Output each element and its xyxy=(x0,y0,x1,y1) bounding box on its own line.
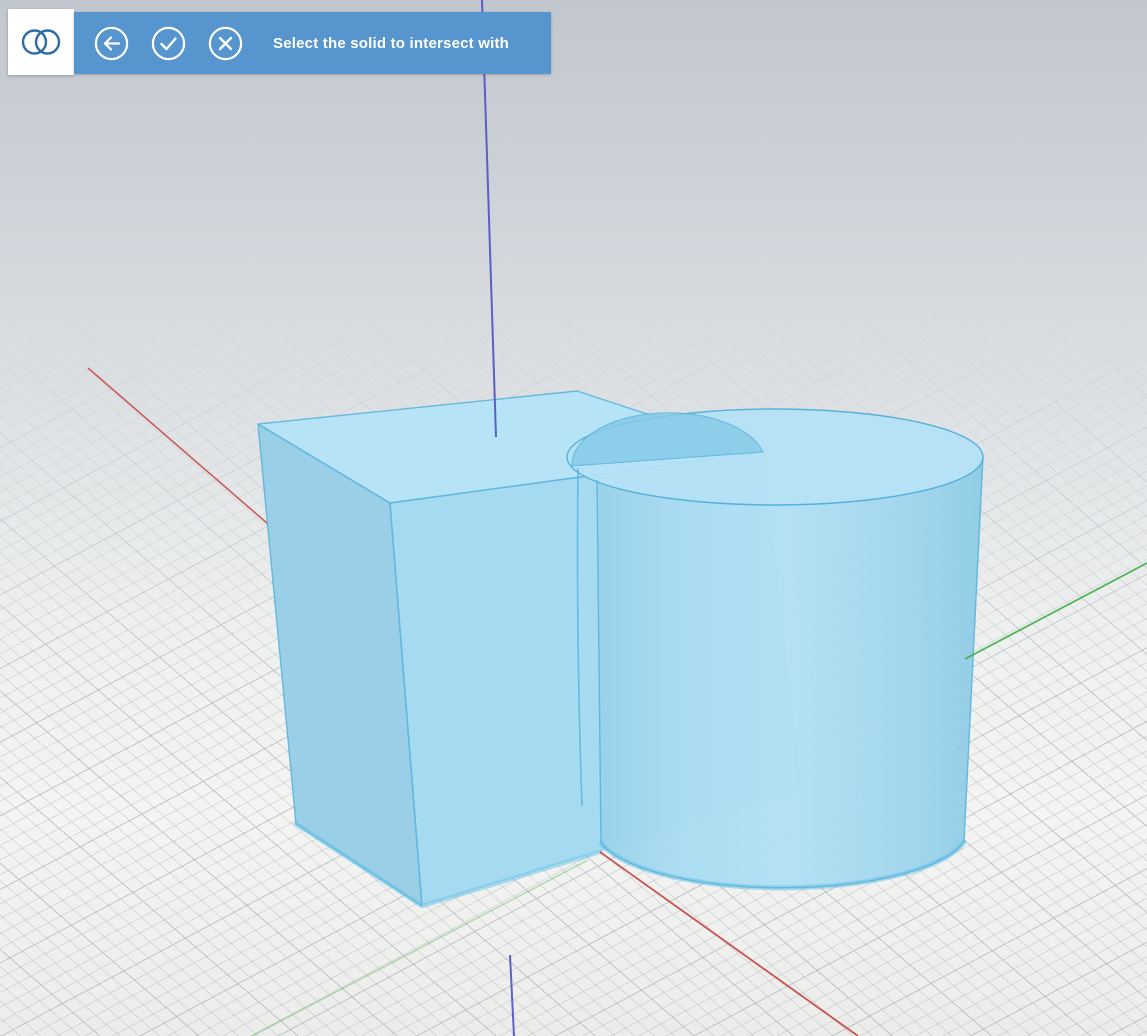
z-axis-line-bottom xyxy=(510,955,514,1036)
check-icon xyxy=(162,38,176,49)
cylinder-body[interactable] xyxy=(597,457,983,888)
cancel-button[interactable] xyxy=(208,26,243,61)
tool-prompt-label: Select the solid to intersect with xyxy=(273,35,509,52)
intersect-tool-button[interactable] xyxy=(8,9,74,75)
cylinder-solid[interactable] xyxy=(567,409,983,888)
back-button[interactable] xyxy=(94,26,129,61)
confirm-button[interactable] xyxy=(151,26,186,61)
y-axis-line-right xyxy=(965,563,1147,659)
arrow-left-icon xyxy=(105,37,119,49)
scene-canvas xyxy=(0,0,1147,1036)
intersect-icon xyxy=(19,27,63,57)
close-icon xyxy=(220,38,231,49)
cad-viewport[interactable]: Select the solid to intersect with xyxy=(0,0,1147,1036)
tool-prompt-bar: Select the solid to intersect with xyxy=(74,12,551,74)
x-axis-line-back xyxy=(88,368,268,524)
